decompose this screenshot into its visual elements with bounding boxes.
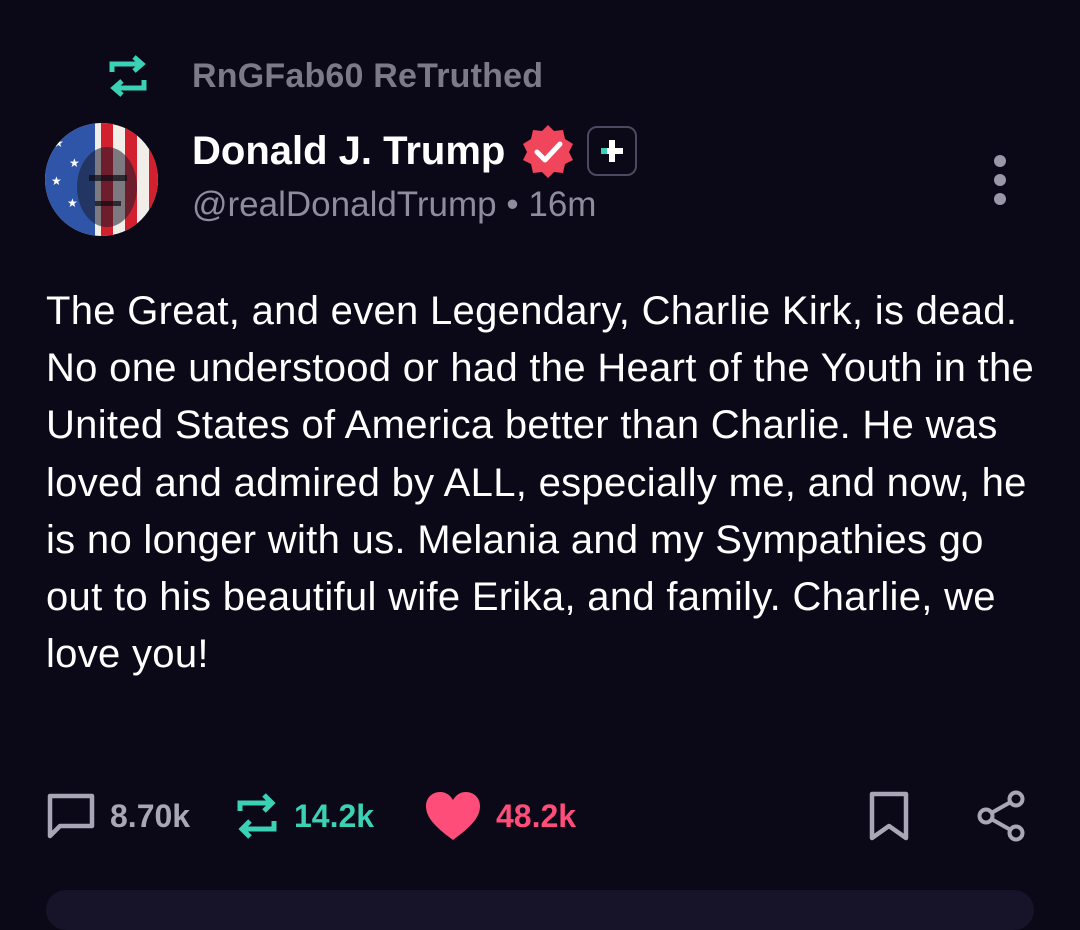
next-post-card[interactable] xyxy=(46,890,1034,930)
verified-badge-icon xyxy=(519,122,577,180)
retruth-button[interactable]: 14.2k xyxy=(234,785,374,847)
bookmark-icon xyxy=(869,791,909,841)
retruth-icon xyxy=(106,54,150,98)
post-body: The Great, and even Legendary, Charlie K… xyxy=(46,289,1035,677)
svg-text:★: ★ xyxy=(53,136,64,150)
like-button[interactable]: 48.2k xyxy=(424,785,576,847)
more-vertical-icon xyxy=(994,155,1006,205)
reply-count: 8.70k xyxy=(110,797,191,834)
comment-icon xyxy=(47,793,95,839)
retruth-count: 14.2k xyxy=(294,797,375,834)
svg-text:★: ★ xyxy=(51,174,62,188)
svg-text:★: ★ xyxy=(67,196,78,210)
avatar[interactable]: ★ ★ ★ ★ xyxy=(45,123,158,236)
like-count: 48.2k xyxy=(496,797,577,834)
author-meta: @realDonaldTrump • 16m xyxy=(192,185,596,225)
bookmark-button[interactable] xyxy=(866,785,912,847)
share-icon xyxy=(977,790,1025,842)
author-display-name[interactable]: Donald J. Trump xyxy=(192,129,505,174)
author-name-row: Donald J. Trump xyxy=(192,122,638,180)
retruth-banner[interactable]: RnGFab60 ReTruthed xyxy=(106,52,543,100)
meta-separator: • xyxy=(506,185,519,224)
post-time: 16m xyxy=(528,185,597,224)
heart-icon xyxy=(426,792,480,840)
share-button[interactable] xyxy=(976,785,1026,847)
retruth-label: RnGFab60 ReTruthed xyxy=(192,56,544,95)
reply-button[interactable]: 8.70k xyxy=(46,785,190,847)
plus-icon[interactable] xyxy=(587,126,638,176)
svg-text:★: ★ xyxy=(69,156,80,170)
author-handle[interactable]: @realDonaldTrump xyxy=(192,185,497,224)
more-options-button[interactable] xyxy=(984,150,1016,210)
post-actions: 8.70k 14.2k 48.2k xyxy=(0,785,1080,847)
retruth-icon xyxy=(237,793,277,839)
